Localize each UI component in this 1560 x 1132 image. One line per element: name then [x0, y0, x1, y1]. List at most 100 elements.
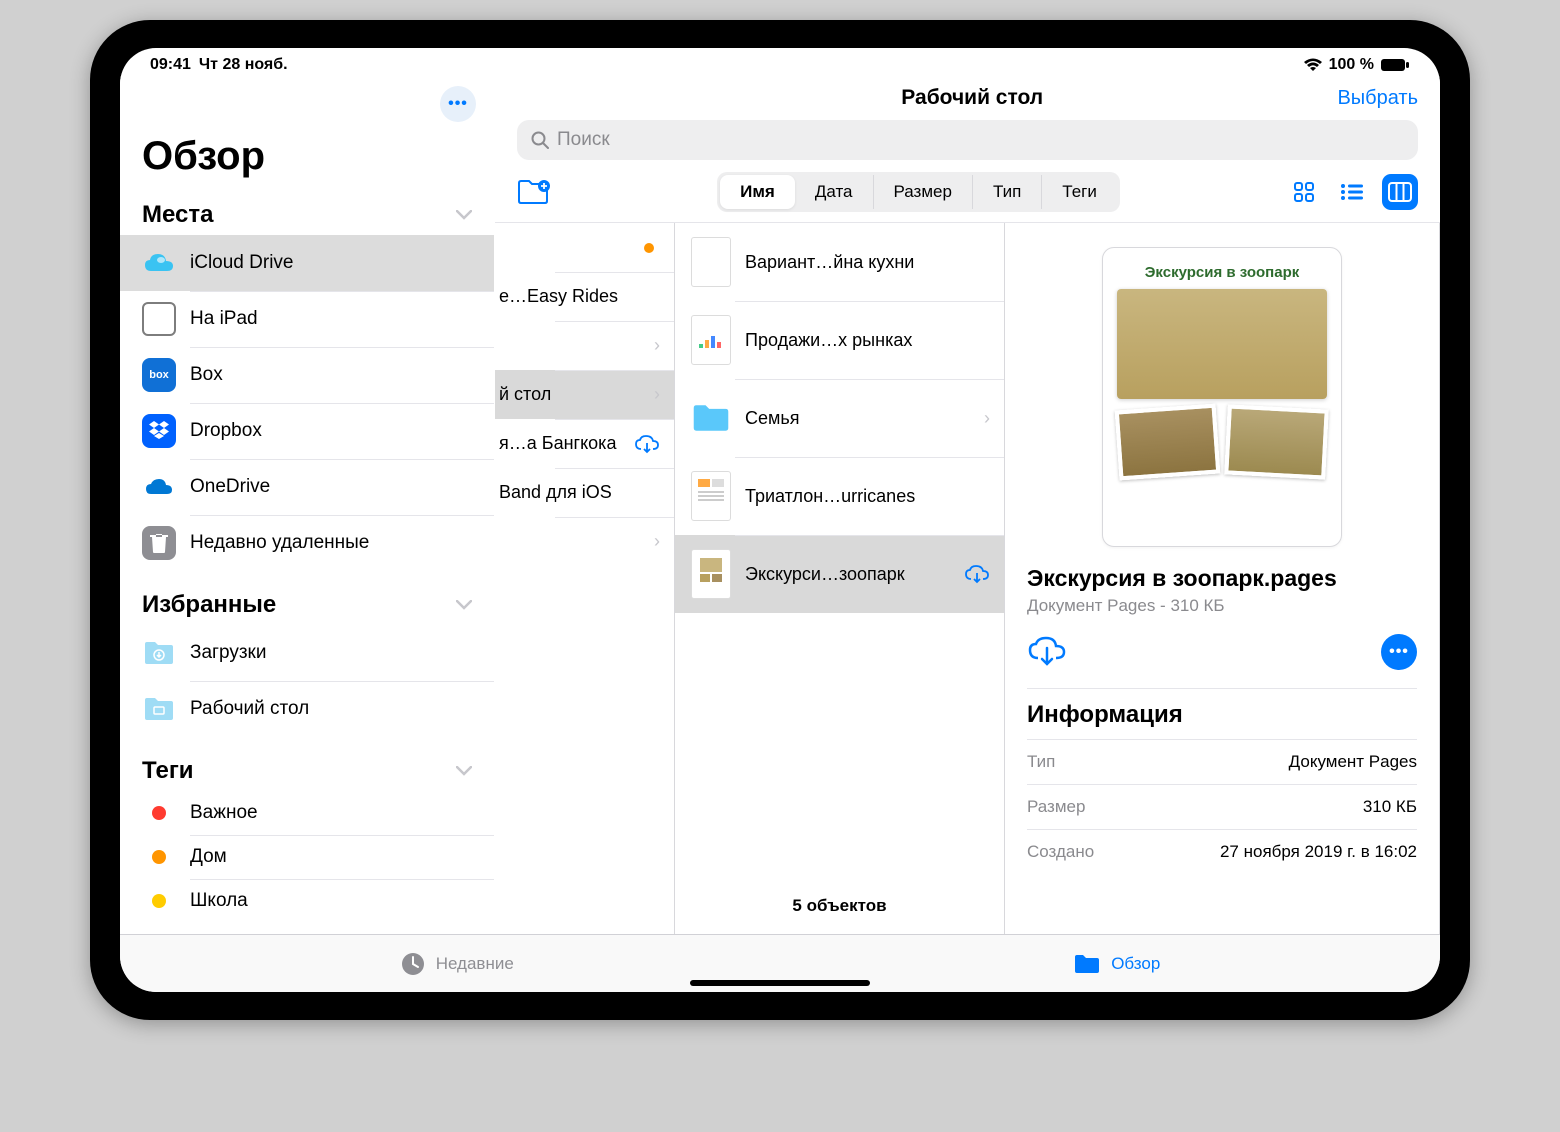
tags-header: Теги [142, 757, 194, 785]
sidebar-section-places: Места iCloud Drive На iPad box Box Dropb… [120, 195, 494, 585]
list-item[interactable]: Триатлон…urricanes [675, 457, 1004, 535]
folder-icon [1073, 953, 1101, 975]
list-item[interactable]: › [495, 517, 674, 566]
list-item[interactable]: Экскурси…зоопарк [675, 535, 1004, 613]
preview-image [1117, 289, 1327, 399]
list-item[interactable]: Вариант…йна кухни [675, 223, 1004, 301]
cloud-download-icon [964, 564, 990, 584]
more-actions-button[interactable]: ••• [1381, 634, 1417, 670]
dropbox-icon [142, 414, 176, 448]
wifi-icon [1303, 58, 1323, 72]
info-row: Создано27 ноября 2019 г. в 16:02 [1027, 829, 1417, 874]
sort-tags[interactable]: Теги [1042, 175, 1117, 209]
download-button[interactable] [1027, 636, 1067, 668]
ipad-frame: 09:41 Чт 28 нояб. 100 % ••• Обзор Места … [90, 20, 1470, 1020]
list-item[interactable]: Семья › [675, 379, 1004, 457]
sidebar-label: OneDrive [190, 476, 270, 498]
list-item[interactable]: я…а Бангкока [495, 419, 674, 468]
battery-icon [1380, 58, 1410, 72]
folder-downloads-icon [142, 636, 176, 670]
chevron-down-icon[interactable] [456, 210, 472, 220]
sidebar-item-ipad[interactable]: На iPad [120, 291, 494, 347]
list-item[interactable]: › [495, 321, 674, 370]
screen: 09:41 Чт 28 нояб. 100 % ••• Обзор Места … [120, 48, 1440, 992]
info-header: Информация [1027, 689, 1417, 739]
chevron-right-icon: › [654, 531, 660, 552]
sort-type[interactable]: Тип [973, 175, 1042, 209]
sort-date[interactable]: Дата [795, 175, 874, 209]
document-thumb-icon [691, 315, 731, 365]
preview-image [1115, 404, 1221, 481]
places-header: Места [142, 201, 213, 229]
list-item[interactable]: e…Easy Rides [495, 272, 674, 321]
sidebar-label: Загрузки [190, 642, 266, 664]
chevron-down-icon[interactable] [456, 766, 472, 776]
ipad-icon [142, 302, 176, 336]
sidebar-more-button[interactable]: ••• [440, 86, 476, 122]
sidebar-label: Важное [190, 802, 258, 824]
onedrive-icon [142, 470, 176, 504]
sidebar-item-onedrive[interactable]: OneDrive [120, 459, 494, 515]
new-folder-button[interactable] [517, 179, 551, 205]
sidebar-item-downloads[interactable]: Загрузки [120, 625, 494, 681]
sidebar-item-icloud[interactable]: iCloud Drive [120, 235, 494, 291]
tab-recent[interactable]: Недавние [400, 951, 514, 977]
icloud-icon [142, 246, 176, 280]
toolbar: Имя Дата Размер Тип Теги [517, 160, 1418, 222]
list-item[interactable] [495, 223, 674, 272]
clock-icon [400, 951, 426, 977]
list-item[interactable]: й стол› [495, 370, 674, 419]
sort-size[interactable]: Размер [874, 175, 973, 209]
chevron-down-icon[interactable] [456, 600, 472, 610]
view-column-button[interactable] [1382, 174, 1418, 210]
sidebar-label: Школа [190, 890, 248, 912]
sidebar-label: Недавно удаленные [190, 532, 369, 554]
sort-segmented-control: Имя Дата Размер Тип Теги [717, 172, 1120, 212]
status-battery-text: 100 % [1329, 56, 1374, 74]
sidebar-item-dropbox[interactable]: Dropbox [120, 403, 494, 459]
view-list-button[interactable] [1334, 174, 1370, 210]
list-item[interactable]: Band для iOS [495, 468, 674, 517]
sidebar-tag-school[interactable]: Школа [120, 879, 494, 923]
sidebar-item-trash[interactable]: Недавно удаленные [120, 515, 494, 571]
file-subtitle: Документ Pages - 310 КБ [1027, 596, 1417, 616]
favorites-header: Избранные [142, 591, 276, 619]
sidebar-label: Дом [190, 846, 227, 868]
sidebar-section-favorites: Избранные Загрузки Рабочий стол [120, 585, 494, 751]
sidebar-label: Box [190, 364, 223, 386]
sidebar-label: Dropbox [190, 420, 262, 442]
sidebar-tag-home[interactable]: Дом [120, 835, 494, 879]
document-thumb-icon [691, 549, 731, 599]
folder-desktop-icon [142, 692, 176, 726]
info-row: ТипДокумент Pages [1027, 739, 1417, 784]
sort-name[interactable]: Имя [720, 175, 795, 209]
sidebar-item-box[interactable]: box Box [120, 347, 494, 403]
search-input[interactable]: Поиск [517, 120, 1418, 160]
sidebar: ••• Обзор Места iCloud Drive На iPad box… [120, 76, 495, 934]
file-name: Экскурсия в зоопарк.pages [1027, 565, 1417, 592]
sidebar-item-desktop[interactable]: Рабочий стол [120, 681, 494, 737]
sidebar-title: Обзор [120, 128, 494, 195]
tag-dot-icon [152, 806, 166, 820]
tag-dot-icon [152, 894, 166, 908]
list-item[interactable]: Продажи…х рынках [675, 301, 1004, 379]
preview-doc-title: Экскурсия в зоопарк [1117, 264, 1327, 281]
sidebar-tag-important[interactable]: Важное [120, 791, 494, 835]
content-header: Рабочий стол Выбрать Поиск Имя Дата Разм… [495, 76, 1440, 222]
preview-image [1224, 404, 1329, 479]
sidebar-label: Рабочий стол [190, 698, 309, 720]
select-button[interactable]: Выбрать [1337, 87, 1418, 110]
content-area: Рабочий стол Выбрать Поиск Имя Дата Разм… [495, 76, 1440, 934]
home-indicator[interactable] [690, 980, 870, 986]
main: ••• Обзор Места iCloud Drive На iPad box… [120, 76, 1440, 934]
document-thumb-icon [691, 237, 731, 287]
view-grid-button[interactable] [1286, 174, 1322, 210]
column-browser: e…Easy Rides › й стол› я…а Бангкока Band… [495, 222, 1440, 934]
tab-browse[interactable]: Обзор [1073, 953, 1160, 975]
column-1: e…Easy Rides › й стол› я…а Бангкока Band… [495, 223, 675, 934]
document-thumb-icon [691, 471, 731, 521]
chevron-right-icon: › [654, 335, 660, 356]
preview-thumbnail: Экскурсия в зоопарк [1102, 247, 1342, 547]
tag-dot-icon [152, 850, 166, 864]
preview-column: Экскурсия в зоопарк Экскурсия в зоопарк.… [1005, 223, 1440, 934]
